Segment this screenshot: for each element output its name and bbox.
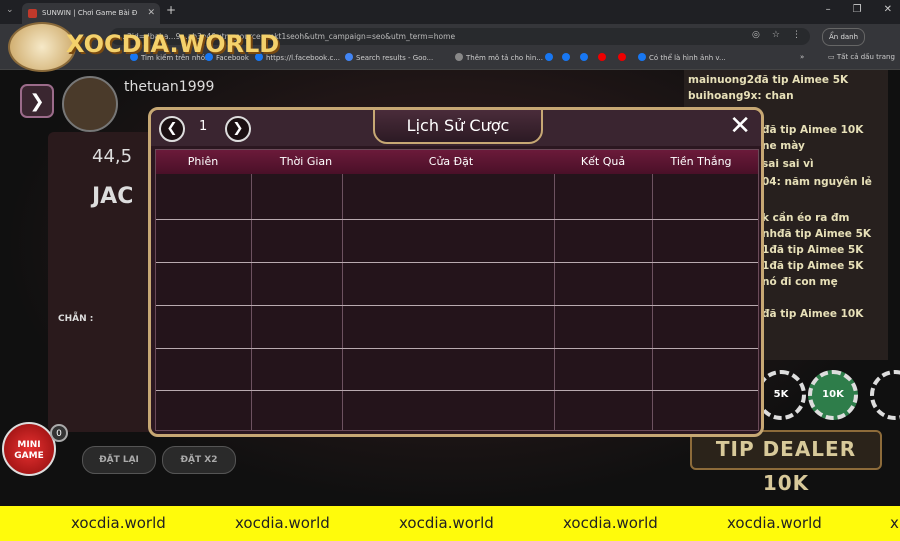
chat-line: k cần éo ra đm	[762, 212, 850, 224]
tab-bar: ⌄ SUNWIN | Chơi Game Bài Đ ✕ + – ❐ ✕	[0, 0, 900, 24]
watermark-logo: XOCDIA.WORLD	[8, 22, 298, 72]
window-close-icon[interactable]: ✕	[884, 4, 892, 15]
banner-text: xocdia.world	[727, 514, 822, 532]
col-result: Kết Quả	[580, 155, 626, 168]
youtube-icon[interactable]	[598, 53, 609, 62]
avatar	[62, 76, 118, 132]
youtube-icon[interactable]	[618, 53, 629, 62]
table-row	[156, 305, 758, 306]
maximize-icon[interactable]: ❐	[853, 4, 862, 15]
modal-title: Lịch Sử Cược	[373, 108, 543, 144]
bookmark-item[interactable]: Search results - Goo...	[345, 53, 433, 62]
close-icon[interactable]: ✕	[729, 112, 751, 140]
bookmark-item[interactable]: Có thể là hình ảnh v...	[638, 53, 726, 62]
double-bet-button[interactable]: ĐẶT X2	[162, 446, 236, 474]
balance-text: 44,5	[92, 146, 133, 167]
banner-text: xocdia.world	[563, 514, 658, 532]
chip-partial[interactable]	[870, 370, 900, 420]
col-time: Thời Gian	[279, 155, 333, 168]
next-page-button[interactable]: ❯	[225, 116, 251, 142]
col-bet-door: Cửa Đặt	[428, 155, 474, 168]
favicon-icon	[28, 9, 37, 18]
more-bookmarks-icon[interactable]: »	[800, 53, 804, 61]
chat-line: mainuong2đã tip Aimee 5K	[688, 74, 849, 86]
chat-line: 04: năm nguyên lẻ	[762, 176, 872, 188]
column-divider	[554, 174, 555, 430]
facebook-icon[interactable]	[562, 53, 573, 62]
column-divider	[342, 174, 343, 430]
star-icon[interactable]: ☆	[772, 30, 780, 40]
column-divider	[251, 174, 252, 430]
browser-tab[interactable]: SUNWIN | Chơi Game Bài Đ ✕	[22, 3, 160, 24]
chat-line: buihoang9x: chan	[688, 90, 794, 102]
back-button[interactable]: ❯	[20, 84, 54, 118]
all-bookmarks[interactable]: ▭ Tất cả dấu trang	[828, 53, 895, 61]
tab-title: SUNWIN | Chơi Game Bài Đ	[42, 9, 138, 17]
chat-line: 1đã tip Aimee 5K	[762, 260, 864, 272]
chat-line: ne mày	[762, 140, 805, 152]
tab-close-icon[interactable]: ✕	[147, 3, 155, 24]
bet-history-modal: ❮ 1 ❯ Lịch Sử Cược ✕ Phiên Thời Gian Cửa…	[148, 107, 764, 437]
jackpot-label: JAC	[92, 184, 134, 209]
table-row	[156, 390, 758, 391]
banner-text: xocdia.world	[71, 514, 166, 532]
reset-bet-button[interactable]: ĐẶT LẠI	[82, 446, 156, 474]
col-winnings: Tiền Thắng	[670, 155, 732, 168]
chat-line: đã tip Aimee 10K	[762, 124, 864, 136]
col-session: Phiên	[187, 155, 219, 168]
banner-text: x	[890, 514, 899, 532]
username: thetuan1999	[124, 79, 215, 95]
bet-panel: 44,5 JAC CHẴN :	[48, 132, 156, 432]
chip-10k[interactable]: 10K	[808, 370, 858, 420]
chat-line: nó đi con mẹ	[762, 276, 838, 288]
minimize-icon[interactable]: –	[826, 4, 831, 15]
modal-header: ❮ 1 ❯ Lịch Sử Cược ✕	[151, 108, 761, 146]
chat-line: nhđã tip Aimee 5K	[762, 228, 872, 240]
table-row	[156, 219, 758, 220]
bet-label: CHẴN :	[58, 314, 94, 324]
table-header: Phiên Thời Gian Cửa Đặt Kết Quả Tiền Thắ…	[156, 150, 758, 174]
prev-page-button[interactable]: ❮	[159, 116, 185, 142]
table-row	[156, 348, 758, 349]
watermark-text: XOCDIA.WORLD	[66, 30, 280, 58]
banner-text: xocdia.world	[235, 514, 330, 532]
incognito-button[interactable]: Ẩn danh	[822, 28, 866, 46]
page-number: 1	[199, 119, 208, 134]
tab-search-icon[interactable]: ⌄	[6, 5, 14, 15]
extensions-icon[interactable]: ⋮	[792, 30, 801, 40]
new-tab-icon[interactable]: +	[166, 3, 176, 17]
mini-game-count-badge: 0	[50, 424, 68, 442]
banner-text: xocdia.world	[399, 514, 494, 532]
bookmark-item[interactable]: Thêm mô tả cho hìn...	[455, 53, 543, 62]
chat-line: đã tip Aimee 10K	[762, 308, 864, 320]
eye-off-icon[interactable]: ◎	[752, 30, 760, 40]
chat-line: 1đã tip Aimee 5K	[762, 244, 864, 256]
chat-line: sai sai vì	[762, 158, 814, 170]
mini-game-button[interactable]: MINI GAME	[2, 422, 56, 476]
history-table: Phiên Thời Gian Cửa Đặt Kết Quả Tiền Thắ…	[155, 149, 759, 431]
table-row	[156, 262, 758, 263]
facebook-icon[interactable]	[580, 53, 591, 62]
column-divider	[652, 174, 653, 430]
watermark-banner: xocdia.world xocdia.world xocdia.world x…	[0, 506, 900, 541]
facebook-icon[interactable]	[545, 53, 556, 62]
